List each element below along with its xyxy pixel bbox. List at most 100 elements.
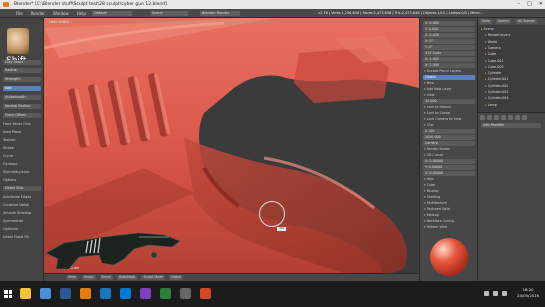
clock[interactable]: 18:20 24/05/2016 bbox=[517, 287, 539, 299]
outliner-item[interactable]: Cylinder.002 bbox=[485, 84, 509, 88]
properties-panel-8[interactable]: Grease Pencil Layers bbox=[424, 69, 461, 73]
outliner-item[interactable]: RenderLayers bbox=[485, 33, 511, 37]
properties-panel-14[interactable]: Lock to Object: bbox=[424, 105, 452, 109]
properties-panel-11[interactable]: Add New Layer bbox=[424, 87, 452, 91]
photoshop-icon[interactable] bbox=[100, 288, 111, 299]
menu-file[interactable]: File bbox=[16, 9, 23, 18]
pivot-selector[interactable]: Global bbox=[168, 275, 184, 280]
properties-panel-28[interactable]: Display bbox=[424, 189, 439, 193]
properties-panel-16[interactable]: Lock Camera to View bbox=[424, 117, 462, 121]
maximize-icon[interactable]: □ bbox=[527, 0, 532, 9]
outliner-item[interactable]: Cube bbox=[485, 52, 497, 56]
scene-tab-icon[interactable] bbox=[487, 115, 492, 120]
tool-setting-13[interactable]: Options bbox=[3, 178, 16, 182]
layout-selector[interactable]: Default bbox=[92, 11, 132, 16]
menu-render[interactable]: Render bbox=[31, 9, 45, 18]
menu-help[interactable]: Help bbox=[77, 9, 86, 18]
tool-setting-15[interactable]: Subdivide Edges bbox=[3, 195, 31, 199]
notifications-icon[interactable] bbox=[502, 291, 507, 296]
view-menu[interactable]: View bbox=[66, 275, 78, 280]
tool-setting-7[interactable]: Area Plane bbox=[3, 130, 21, 134]
properties-panel-30[interactable]: Multitexture bbox=[424, 201, 447, 205]
properties-field-23[interactable]: X: 0.00000 bbox=[423, 159, 475, 164]
properties-field-19[interactable]: 1000.000 bbox=[423, 135, 475, 140]
outliner-item[interactable]: Cylinder.004 bbox=[485, 96, 509, 100]
outliner-item[interactable]: Lamp bbox=[485, 103, 497, 107]
tool-setting-10[interactable]: Curve bbox=[3, 154, 13, 158]
menu-window[interactable]: Window bbox=[53, 9, 69, 18]
properties-field-3[interactable]: X: 0° bbox=[423, 39, 475, 44]
brush-name-field[interactable]: Clay Strips bbox=[3, 60, 41, 65]
tool-setting-8[interactable]: Texture bbox=[3, 138, 15, 142]
volume-icon[interactable] bbox=[493, 291, 498, 296]
properties-panel-32[interactable]: Matcap bbox=[424, 213, 439, 217]
word-icon[interactable] bbox=[60, 288, 71, 299]
minimize-icon[interactable]: – bbox=[518, 0, 521, 9]
tool-setting-5[interactable]: Plane Offset: bbox=[3, 113, 41, 118]
outliner-item[interactable]: Cylinder.001 bbox=[485, 77, 509, 81]
properties-field-20[interactable]: Camera bbox=[423, 141, 475, 146]
tool-setting-14[interactable]: Detail Size: bbox=[3, 186, 41, 191]
outliner-item[interactable]: Cube.002 bbox=[485, 65, 504, 69]
outliner-item[interactable]: World bbox=[485, 40, 497, 44]
tool-setting-17[interactable]: Smooth Shading bbox=[3, 211, 31, 215]
properties-field-2[interactable]: Z: 0.000 bbox=[423, 33, 475, 38]
properties-field-13[interactable]: 35.000 bbox=[423, 99, 475, 104]
properties-field-9[interactable]: Object bbox=[423, 75, 475, 80]
world-tab-icon[interactable] bbox=[494, 115, 499, 120]
tool-setting-9[interactable]: Stroke bbox=[3, 146, 14, 150]
properties-panel-27[interactable]: Cube bbox=[424, 183, 436, 187]
chrome-icon[interactable] bbox=[40, 288, 51, 299]
properties-panel-12[interactable]: View bbox=[424, 93, 435, 97]
brush-menu[interactable]: Brush bbox=[99, 275, 113, 280]
properties-field-0[interactable]: X: 0.000 bbox=[423, 21, 475, 26]
properties-field-25[interactable]: Z: 0.00000 bbox=[423, 171, 475, 176]
object-tab-icon[interactable] bbox=[501, 115, 506, 120]
outliner-display-mode[interactable]: All Scenes bbox=[516, 19, 537, 24]
render-tab-icon[interactable] bbox=[480, 115, 485, 120]
properties-panel-10[interactable]: New bbox=[424, 81, 434, 85]
hide-mask-menu[interactable]: Hide/Mask bbox=[116, 275, 138, 280]
properties-field-18[interactable]: 0.100 bbox=[423, 129, 475, 134]
media-icon[interactable] bbox=[140, 288, 151, 299]
properties-field-1[interactable]: Y: 0.000 bbox=[423, 27, 475, 32]
scene-selector[interactable]: Scene bbox=[150, 11, 188, 16]
properties-field-24[interactable]: Y: 0.00000 bbox=[423, 165, 475, 170]
outliner-view-menu[interactable]: View bbox=[480, 19, 492, 24]
matcap-preview[interactable] bbox=[430, 238, 468, 276]
tool-setting-6[interactable]: Front Faces Only bbox=[3, 122, 31, 126]
outliner-item[interactable]: Cylinder bbox=[485, 71, 502, 75]
properties-panel-29[interactable]: Shading bbox=[424, 195, 440, 199]
properties-field-7[interactable]: X: 2.000 bbox=[423, 63, 475, 68]
tool-setting-16[interactable]: Constant Detail bbox=[3, 203, 29, 207]
network-icon[interactable] bbox=[484, 291, 489, 296]
properties-field-4[interactable]: Y: 0° bbox=[423, 45, 475, 50]
outliner-item[interactable]: Cylinder.003 bbox=[485, 90, 509, 94]
modifier-tab-icon[interactable] bbox=[508, 115, 513, 120]
properties-panel-22[interactable]: 3D Cursor bbox=[424, 153, 444, 157]
tool-setting-20[interactable]: Detail Flood Fill bbox=[3, 235, 29, 239]
tool-setting-18[interactable]: Symmetrize bbox=[3, 219, 23, 223]
tool-setting-19[interactable]: Optimize bbox=[3, 227, 18, 231]
outliner-item[interactable]: Cube.001 bbox=[485, 59, 504, 63]
properties-panel-31[interactable]: Textured Solid bbox=[424, 207, 450, 211]
properties-panel-26[interactable]: Item bbox=[424, 177, 435, 181]
tool-setting-12[interactable]: Symmetry/Lock bbox=[3, 170, 29, 174]
tool-setting-3[interactable]: Autosmooth: bbox=[3, 95, 41, 100]
tool-setting-0[interactable]: Radius: bbox=[3, 68, 41, 73]
tool-setting-1[interactable]: Strength: bbox=[3, 77, 41, 82]
tool-setting-4[interactable]: Normal Radius: bbox=[3, 104, 41, 109]
brush-preview[interactable] bbox=[7, 28, 29, 54]
properties-panel-21[interactable]: Render Border bbox=[424, 147, 451, 151]
properties-field-6[interactable]: X: 1.000 bbox=[423, 57, 475, 62]
outliner-item[interactable]: Scene bbox=[481, 27, 494, 31]
properties-panel-34[interactable]: Hidden Wire bbox=[424, 225, 447, 229]
close-icon[interactable]: ✕ bbox=[539, 0, 543, 9]
outliner-item[interactable]: Camera bbox=[485, 46, 501, 50]
start-button[interactable] bbox=[4, 290, 12, 298]
properties-panel-33[interactable]: Backface Culling bbox=[424, 219, 454, 223]
add-modifier-button[interactable]: Add Modifier bbox=[481, 123, 541, 128]
outliner-search-menu[interactable]: Search bbox=[496, 19, 512, 24]
sculpt-menu[interactable]: Sculpt bbox=[81, 275, 96, 280]
settings-icon[interactable] bbox=[180, 288, 191, 299]
